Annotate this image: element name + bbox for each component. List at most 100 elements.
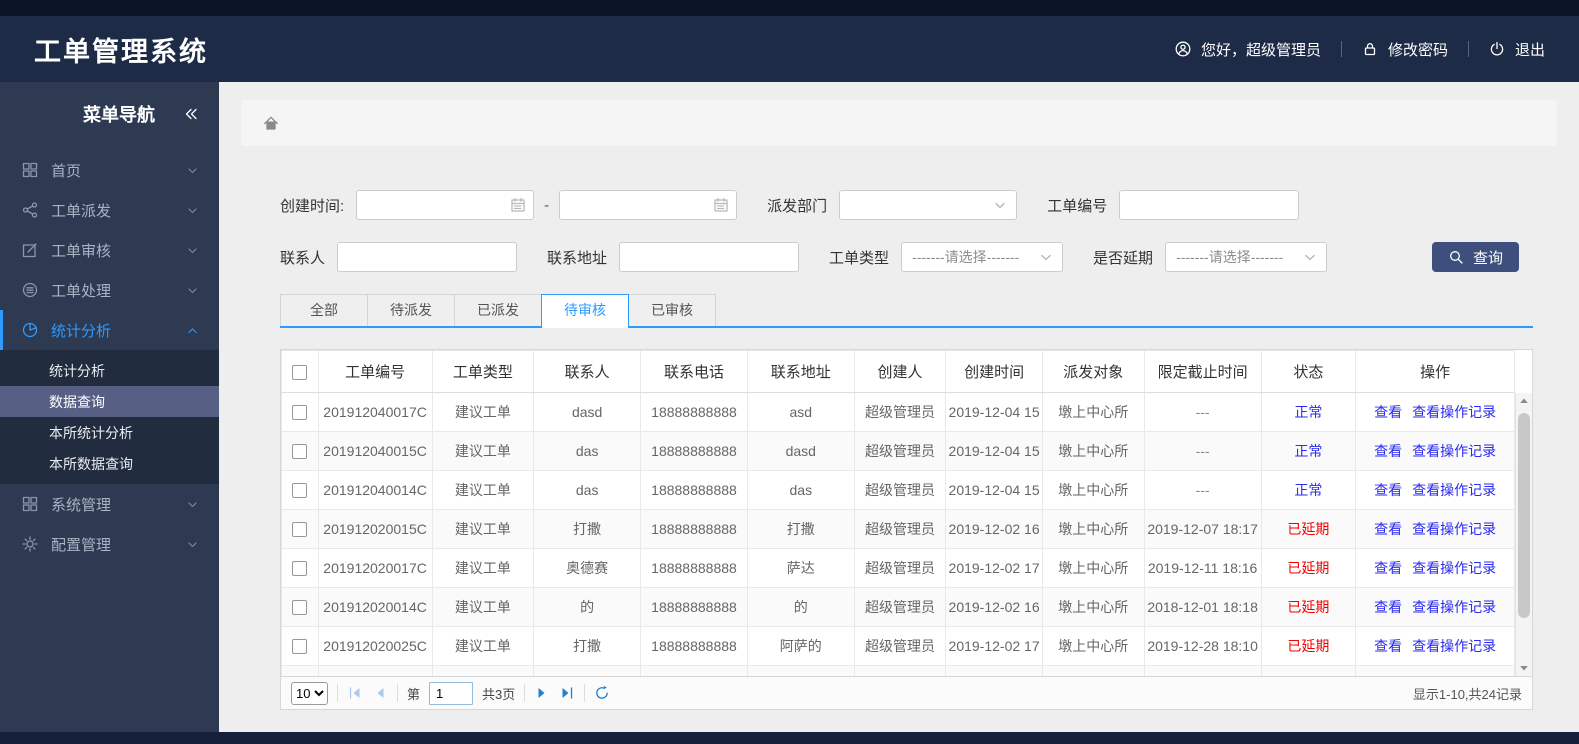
cell-phone: 18888888888 — [640, 587, 748, 627]
tab-待派发[interactable]: 待派发 — [367, 294, 455, 326]
view-log-link[interactable]: 查看操作记录 — [1412, 560, 1496, 576]
sidebar-item-1[interactable]: 工单派发 — [0, 190, 219, 230]
pager-divider — [397, 684, 398, 702]
home-icon[interactable] — [263, 115, 279, 131]
sidebar-item-label: 首页 — [51, 162, 82, 180]
sidebar-subitem-本所统计分析[interactable]: 本所统计分析 — [0, 417, 219, 448]
row-checkbox[interactable] — [292, 444, 308, 460]
change-password-label: 修改密码 — [1387, 41, 1448, 59]
column-header: 派发对象 — [1041, 350, 1145, 393]
cell-contact: 打撒 — [533, 509, 642, 549]
sidebar-item-label: 系统管理 — [51, 496, 112, 514]
tab-待审核[interactable]: 待审核 — [541, 294, 629, 328]
search-icon — [1448, 249, 1464, 265]
triangle-down-icon[interactable] — [1516, 660, 1532, 676]
cell-order-no: 201912040017C — [317, 392, 433, 432]
tab-已派发[interactable]: 已派发 — [454, 294, 542, 326]
view-link[interactable]: 查看 — [1374, 638, 1402, 654]
cell-deadline: --- — [1143, 431, 1262, 471]
sidebar-item-4[interactable]: 统计分析 — [0, 310, 219, 350]
row-checkbox[interactable] — [292, 522, 308, 538]
contact-input[interactable] — [337, 242, 518, 272]
delayed-value: -------请选择------- — [1176, 249, 1284, 265]
refresh-icon[interactable] — [594, 685, 610, 701]
sidebar-item-5[interactable]: 系统管理 — [0, 484, 219, 524]
row-checkbox[interactable] — [292, 405, 308, 421]
column-header: 操作 — [1355, 350, 1515, 393]
view-log-link[interactable]: 查看操作记录 — [1412, 404, 1496, 420]
page-first-icon[interactable] — [347, 685, 363, 701]
sidebar-item-6[interactable]: 配置管理 — [0, 524, 219, 564]
calendar-icon[interactable] — [713, 197, 729, 213]
page-next-icon[interactable] — [534, 685, 550, 701]
change-password-button[interactable]: 修改密码 — [1362, 39, 1448, 60]
view-log-link[interactable]: 查看操作记录 — [1412, 521, 1496, 537]
status-badge: 正常 — [1294, 404, 1323, 420]
chevron-down-icon — [186, 164, 199, 177]
contact-label: 联系人 — [280, 249, 326, 267]
grid-icon — [22, 162, 38, 178]
page-size-select[interactable]: 10 — [291, 681, 328, 705]
table-scrollbar[interactable] — [1515, 393, 1532, 676]
pie-icon — [22, 322, 38, 338]
order-no-input[interactable] — [1119, 190, 1300, 220]
order-type-select[interactable]: -------请选择------- — [901, 242, 1064, 272]
cell-deadline: 2019-12-28 18:10 — [1143, 626, 1262, 666]
sidebar-item-2[interactable]: 工单审核 — [0, 230, 219, 270]
view-log-link[interactable]: 查看操作记录 — [1412, 443, 1496, 459]
column-header: 状态 — [1260, 350, 1357, 393]
view-link[interactable]: 查看 — [1374, 404, 1402, 420]
header-divider — [1467, 41, 1469, 57]
calendar-icon[interactable] — [510, 197, 526, 213]
cell-contact: 打撒 — [533, 626, 642, 666]
row-checkbox[interactable] — [292, 600, 308, 616]
chevron-down-icon — [186, 498, 199, 511]
user-greeting[interactable]: 您好，超级管理员 — [1175, 39, 1321, 60]
record-summary: 显示1-10,共24记录 — [1412, 686, 1522, 702]
logout-button[interactable]: 退出 — [1489, 39, 1545, 60]
share-icon — [22, 202, 38, 218]
cell-order-no: 201912020025C — [317, 626, 433, 666]
view-link[interactable]: 查看 — [1374, 560, 1402, 576]
view-link[interactable]: 查看 — [1374, 521, 1402, 537]
cell-actions: 查看 查看操作记录 — [1355, 392, 1515, 432]
sidebar-item-3[interactable]: 工单处理 — [0, 270, 219, 310]
sidebar-subitem-统计分析[interactable]: 统计分析 — [0, 355, 219, 386]
view-log-link[interactable]: 查看操作记录 — [1412, 599, 1496, 615]
select-all-checkbox[interactable] — [292, 364, 308, 380]
view-link[interactable]: 查看 — [1374, 482, 1402, 498]
sidebar-subitem-数据查询[interactable]: 数据查询 — [0, 386, 219, 417]
filter-row-1: 创建时间: - 派发部门 工单编号 — [280, 190, 1533, 220]
sidebar-item-0[interactable]: 首页 — [0, 150, 219, 190]
table-row: 201912040014C 建议工单 das 18888888888 das 超级管理员 2… — [281, 470, 1515, 510]
cell-phone: 18888888888 — [640, 431, 748, 471]
triangle-up-icon[interactable] — [1516, 393, 1532, 409]
address-input[interactable] — [619, 242, 800, 272]
header-divider — [1340, 41, 1342, 57]
row-checkbox[interactable] — [292, 561, 308, 577]
sidebar-subitem-本所数据查询[interactable]: 本所数据查询 — [0, 448, 219, 479]
page-number-input[interactable] — [429, 681, 474, 705]
cell-contact: 奥德赛 — [533, 548, 642, 588]
view-log-link[interactable]: 查看操作记录 — [1412, 638, 1496, 654]
created-to-input[interactable] — [560, 191, 737, 219]
delayed-label: 是否延期 — [1093, 249, 1154, 267]
chevron-down-icon — [186, 284, 199, 297]
page-last-icon[interactable] — [559, 685, 575, 701]
page-prev-icon[interactable] — [372, 685, 388, 701]
double-chevron-left-icon[interactable] — [183, 106, 199, 122]
dispatch-dept-select[interactable] — [839, 190, 1018, 220]
search-button[interactable]: 查询 — [1431, 242, 1519, 272]
created-from-input[interactable] — [357, 191, 534, 219]
view-link[interactable]: 查看 — [1374, 599, 1402, 615]
pagination-bar: 10 第 共3页 显示1-10,共24记录 — [280, 676, 1533, 710]
view-link[interactable]: 查看 — [1374, 443, 1402, 459]
delayed-select[interactable]: -------请选择------- — [1165, 242, 1328, 272]
tab-已审核[interactable]: 已审核 — [628, 294, 716, 326]
scrollbar-thumb[interactable] — [1518, 413, 1530, 618]
tab-全部[interactable]: 全部 — [280, 294, 368, 326]
caret-down-icon — [1038, 249, 1054, 265]
row-checkbox[interactable] — [292, 483, 308, 499]
view-log-link[interactable]: 查看操作记录 — [1412, 482, 1496, 498]
row-checkbox[interactable] — [292, 639, 308, 655]
